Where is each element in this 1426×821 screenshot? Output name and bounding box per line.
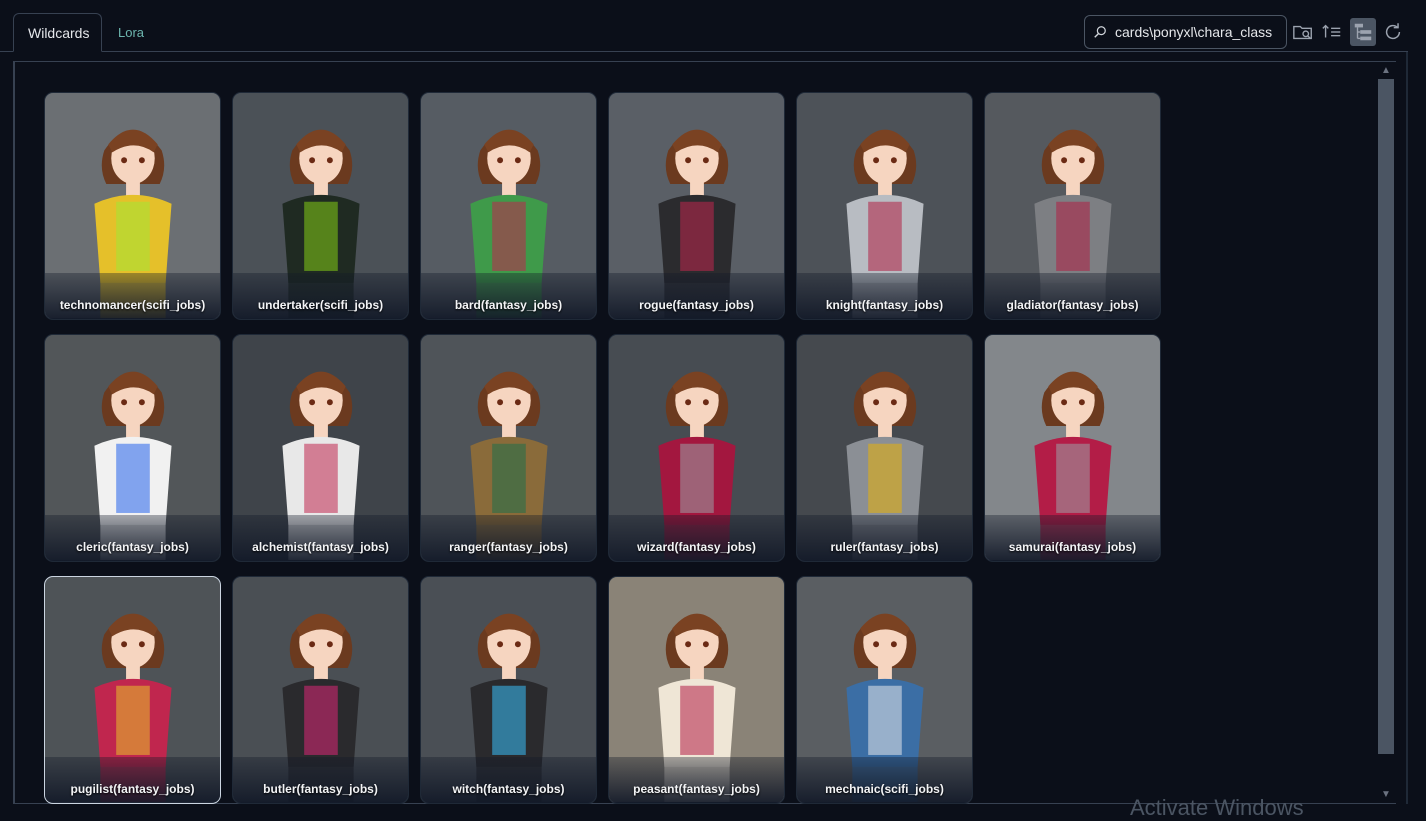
- card-caption: ranger(fantasy_jobs): [421, 515, 596, 561]
- card-label: ranger(fantasy_jobs): [449, 540, 568, 554]
- wildcard-card[interactable]: undertaker(scifi_jobs): [232, 92, 409, 320]
- wildcard-card[interactable]: cleric(fantasy_jobs): [44, 334, 221, 562]
- wildcard-card[interactable]: samurai(fantasy_jobs): [984, 334, 1161, 562]
- card-label: alchemist(fantasy_jobs): [252, 540, 389, 554]
- card-caption: knight(fantasy_jobs): [797, 273, 972, 319]
- folder-search-icon: [1293, 25, 1312, 40]
- scrollbar-thumb[interactable]: [1378, 79, 1394, 754]
- card-label: peasant(fantasy_jobs): [633, 782, 760, 796]
- panel-right-edge: [1406, 52, 1408, 804]
- card-caption: peasant(fantasy_jobs): [609, 757, 784, 803]
- search-input[interactable]: [1115, 24, 1280, 40]
- wildcard-card[interactable]: ranger(fantasy_jobs): [420, 334, 597, 562]
- card-label: gladiator(fantasy_jobs): [1006, 298, 1139, 312]
- wildcard-card[interactable]: witch(fantasy_jobs): [420, 576, 597, 804]
- tab-label: Lora: [118, 25, 145, 40]
- card-caption: wizard(fantasy_jobs): [609, 515, 784, 561]
- card-caption: mechnaic(scifi_jobs): [797, 757, 972, 803]
- tree-view-button[interactable]: [1350, 18, 1376, 46]
- card-caption: undertaker(scifi_jobs): [233, 273, 408, 319]
- wildcard-card[interactable]: mechnaic(scifi_jobs): [796, 576, 973, 804]
- tab-label: Wildcards: [28, 24, 90, 41]
- search-box[interactable]: [1084, 15, 1287, 49]
- card-caption: butler(fantasy_jobs): [233, 757, 408, 803]
- sort-icon: [1322, 24, 1341, 38]
- card-caption: technomancer(scifi_jobs): [45, 273, 220, 319]
- card-label: bard(fantasy_jobs): [454, 298, 563, 312]
- wildcard-card[interactable]: gladiator(fantasy_jobs): [984, 92, 1161, 320]
- card-label: undertaker(scifi_jobs): [257, 298, 384, 312]
- card-caption: alchemist(fantasy_jobs): [233, 515, 408, 561]
- tab-wildcards[interactable]: Wildcards: [13, 13, 102, 52]
- scroll-up-arrow-icon[interactable]: ▲: [1377, 62, 1395, 78]
- folder-search-button[interactable]: [1291, 20, 1315, 44]
- card-caption: gladiator(fantasy_jobs): [985, 273, 1160, 319]
- card-caption: rogue(fantasy_jobs): [609, 273, 784, 319]
- wildcard-card[interactable]: technomancer(scifi_jobs): [44, 92, 221, 320]
- card-label: butler(fantasy_jobs): [263, 782, 378, 796]
- card-label: witch(fantasy_jobs): [452, 782, 565, 796]
- gallery-scrollbar[interactable]: ▲ ▼: [1377, 61, 1395, 804]
- card-caption: samurai(fantasy_jobs): [985, 515, 1160, 561]
- card-caption: pugilist(fantasy_jobs): [45, 757, 220, 803]
- tree-view-icon: [1354, 23, 1372, 41]
- search-icon: [1094, 26, 1106, 38]
- sort-button[interactable]: [1320, 20, 1344, 44]
- card-caption: bard(fantasy_jobs): [421, 273, 596, 319]
- wildcard-card[interactable]: peasant(fantasy_jobs): [608, 576, 785, 804]
- wildcard-card[interactable]: wizard(fantasy_jobs): [608, 334, 785, 562]
- card-label: mechnaic(scifi_jobs): [825, 782, 944, 796]
- card-label: knight(fantasy_jobs): [825, 298, 944, 312]
- wildcard-card[interactable]: rogue(fantasy_jobs): [608, 92, 785, 320]
- activate-windows-watermark: Activate Windows: [1130, 795, 1304, 820]
- wildcard-card[interactable]: bard(fantasy_jobs): [420, 92, 597, 320]
- card-label: wizard(fantasy_jobs): [637, 540, 756, 554]
- wildcard-card[interactable]: knight(fantasy_jobs): [796, 92, 973, 320]
- refresh-icon: [1385, 23, 1401, 40]
- card-label: pugilist(fantasy_jobs): [70, 782, 195, 796]
- card-caption: witch(fantasy_jobs): [421, 757, 596, 803]
- wildcard-card[interactable]: pugilist(fantasy_jobs): [44, 576, 221, 804]
- card-label: rogue(fantasy_jobs): [639, 298, 754, 312]
- wildcard-card[interactable]: ruler(fantasy_jobs): [796, 334, 973, 562]
- card-caption: ruler(fantasy_jobs): [797, 515, 972, 561]
- scroll-down-arrow-icon[interactable]: ▼: [1377, 786, 1395, 802]
- card-caption: cleric(fantasy_jobs): [45, 515, 220, 561]
- card-label: cleric(fantasy_jobs): [76, 540, 189, 554]
- tab-lora[interactable]: Lora: [104, 13, 158, 52]
- refresh-button[interactable]: [1381, 20, 1405, 44]
- wildcard-card[interactable]: butler(fantasy_jobs): [232, 576, 409, 804]
- card-label: technomancer(scifi_jobs): [59, 298, 206, 312]
- wildcard-card[interactable]: alchemist(fantasy_jobs): [232, 334, 409, 562]
- card-label: ruler(fantasy_jobs): [830, 540, 939, 554]
- tab-divider: [0, 51, 1408, 52]
- panel-left-gutter: [0, 61, 14, 804]
- card-label: samurai(fantasy_jobs): [1008, 540, 1137, 554]
